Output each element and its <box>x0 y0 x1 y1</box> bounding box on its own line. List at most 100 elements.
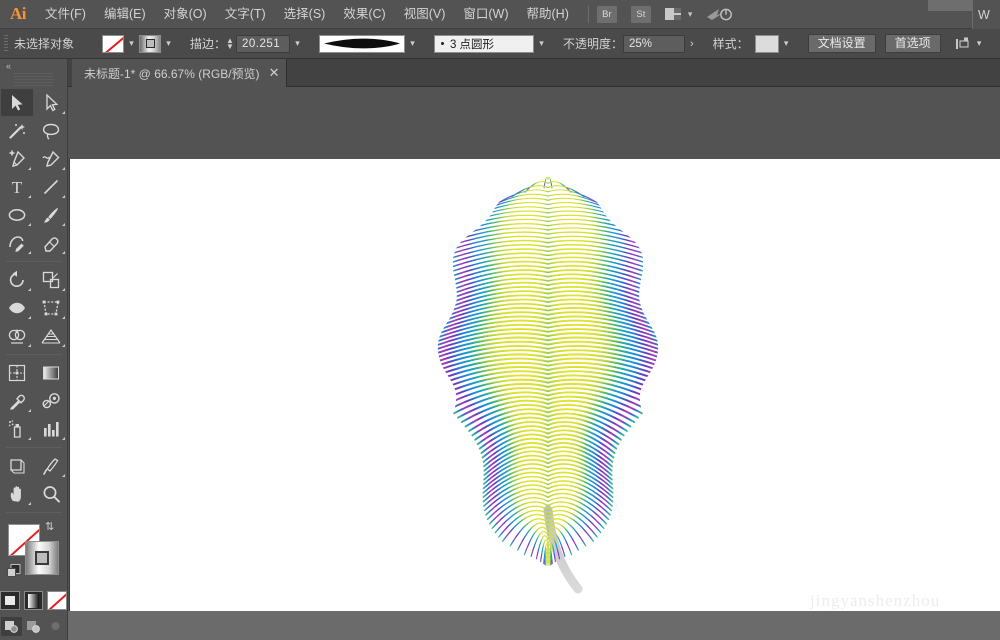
symbol-sprayer-tool[interactable] <box>1 415 33 442</box>
close-icon[interactable]: ✕ <box>269 65 280 81</box>
menu-file[interactable]: 文件(F) <box>36 0 95 29</box>
stroke-weight-dropdown-icon[interactable]: ▾ <box>290 35 305 53</box>
selection-tool[interactable] <box>1 89 33 116</box>
stock-icon[interactable]: St <box>631 6 651 23</box>
tool-flyout-indicator[interactable] <box>28 409 31 412</box>
eraser-tool[interactable] <box>35 229 67 256</box>
menu-edit[interactable]: 编辑(E) <box>95 0 155 29</box>
stroke-swatch[interactable] <box>139 35 161 53</box>
preferences-button[interactable]: 首选项 <box>885 34 941 53</box>
tool-flyout-indicator[interactable] <box>62 251 65 254</box>
brush-definition-swatch[interactable]: 3 点圆形 <box>434 35 534 53</box>
tool-flyout-indicator[interactable] <box>28 167 31 170</box>
tool-flyout-indicator[interactable] <box>28 437 31 440</box>
menu-object[interactable]: 对象(O) <box>155 0 216 29</box>
gradient-tool[interactable] <box>35 359 67 386</box>
collapse-panel-icon[interactable]: « <box>0 59 67 73</box>
ellipse-tool[interactable] <box>1 201 33 228</box>
style-dropdown-icon[interactable]: ▾ <box>779 35 794 53</box>
menu-view[interactable]: 视图(V) <box>395 0 455 29</box>
document-setup-button[interactable]: 文档设置 <box>808 34 876 53</box>
tools-panel-grip[interactable] <box>14 73 53 86</box>
blend-tool[interactable] <box>35 387 67 414</box>
document-tab[interactable]: 未标题-1* @ 66.67% (RGB/预览) ✕ <box>72 59 287 87</box>
tool-flyout-indicator[interactable] <box>28 316 31 319</box>
curvature-tool[interactable] <box>35 145 67 172</box>
eyedropper-tool[interactable] <box>1 387 33 414</box>
rotate-tool[interactable] <box>1 266 33 293</box>
creative-cloud-icon[interactable] <box>706 6 732 22</box>
width-tool[interactable] <box>1 294 33 321</box>
stroke-gradient-swatch[interactable] <box>25 541 59 575</box>
color-controls: ⇅ <box>0 520 67 586</box>
brush-dropdown-icon[interactable]: ▾ <box>534 35 549 53</box>
tool-flyout-indicator[interactable] <box>28 288 31 291</box>
align-to-artboard-icon[interactable] <box>955 36 972 52</box>
tool-flyout-indicator[interactable] <box>28 344 31 347</box>
chevron-down-icon[interactable]: ▾ <box>688 9 693 20</box>
scale-tool[interactable] <box>35 266 67 293</box>
width-profile-dropdown-icon[interactable]: ▾ <box>405 35 420 53</box>
opacity-input[interactable]: 25% <box>623 35 685 53</box>
pen-tool[interactable] <box>1 145 33 172</box>
menu-select[interactable]: 选择(S) <box>275 0 335 29</box>
tool-flyout-indicator[interactable] <box>62 344 65 347</box>
opacity-expand-icon[interactable]: › <box>685 38 699 50</box>
gradient-mode-button[interactable] <box>24 591 44 610</box>
none-mode-button[interactable] <box>47 591 67 610</box>
draw-behind-button[interactable] <box>23 617 44 636</box>
align-dropdown-icon[interactable]: ▾ <box>972 35 987 53</box>
artboard-tool[interactable] <box>1 452 33 479</box>
menu-type[interactable]: 文字(T) <box>216 0 275 29</box>
draw-normal-button[interactable] <box>1 617 22 636</box>
tool-flyout-indicator[interactable] <box>28 223 31 226</box>
tool-flyout-indicator[interactable] <box>62 316 65 319</box>
fill-swatch[interactable] <box>102 35 124 53</box>
stroke-weight-stepper[interactable]: ▲▼ <box>226 38 234 50</box>
paintbrush-tool[interactable] <box>35 201 67 228</box>
tool-flyout-indicator[interactable] <box>28 251 31 254</box>
stroke-weight-input[interactable]: 20.251 <box>236 35 290 53</box>
arrange-documents-icon[interactable] <box>665 8 681 20</box>
type-tool[interactable]: T <box>1 173 33 200</box>
menu-help[interactable]: 帮助(H) <box>518 0 578 29</box>
shaper-tool[interactable] <box>1 229 33 256</box>
default-fill-stroke-icon[interactable] <box>7 564 22 578</box>
bridge-icon[interactable]: Br <box>597 6 617 23</box>
hand-tool[interactable] <box>1 480 33 507</box>
tool-flyout-indicator[interactable] <box>62 437 65 440</box>
artboard-canvas[interactable]: jingyanshenzhou <box>69 159 1000 611</box>
tool-flyout-indicator[interactable] <box>62 288 65 291</box>
magic-wand-tool[interactable] <box>1 117 33 144</box>
free-transform-tool[interactable] <box>35 294 67 321</box>
tool-flyout-indicator[interactable] <box>62 474 65 477</box>
rainbow-leaf-artwork[interactable] <box>408 165 688 595</box>
swap-fill-stroke-icon[interactable]: ⇅ <box>45 522 57 534</box>
tool-flyout-indicator[interactable] <box>62 195 65 198</box>
draw-inside-button[interactable] <box>45 617 66 636</box>
lasso-tool[interactable] <box>35 117 67 144</box>
menu-window[interactable]: 窗口(W) <box>454 0 517 29</box>
line-segment-tool[interactable] <box>35 173 67 200</box>
tool-flyout-indicator[interactable] <box>28 195 31 198</box>
column-graph-tool[interactable] <box>35 415 67 442</box>
control-bar: 未选择对象 ▾ ▾ 描边： ▲▼ 20.251 ▾ ▾ 3 点圆形 ▾ 不透明度… <box>0 29 1000 59</box>
tool-flyout-indicator[interactable] <box>62 167 65 170</box>
graphic-style-swatch[interactable] <box>755 35 779 53</box>
direct-selection-tool[interactable] <box>35 89 67 116</box>
slice-tool[interactable] <box>35 452 67 479</box>
zoom-tool[interactable] <box>35 480 67 507</box>
control-bar-grip[interactable] <box>4 35 8 53</box>
fill-dropdown-icon[interactable]: ▾ <box>124 35 139 53</box>
menu-effect[interactable]: 效果(C) <box>334 0 394 29</box>
width-profile-swatch[interactable] <box>319 35 405 53</box>
stroke-dropdown-icon[interactable]: ▾ <box>161 35 176 53</box>
menu-window-right[interactable]: W <box>972 0 1000 29</box>
tool-flyout-indicator[interactable] <box>62 223 65 226</box>
color-mode-button[interactable] <box>0 591 20 610</box>
perspective-grid-tool[interactable] <box>35 322 67 349</box>
shape-builder-tool[interactable] <box>1 322 33 349</box>
tool-flyout-indicator[interactable] <box>62 111 65 114</box>
mesh-tool[interactable] <box>1 359 33 386</box>
tool-flyout-indicator[interactable] <box>28 502 31 505</box>
